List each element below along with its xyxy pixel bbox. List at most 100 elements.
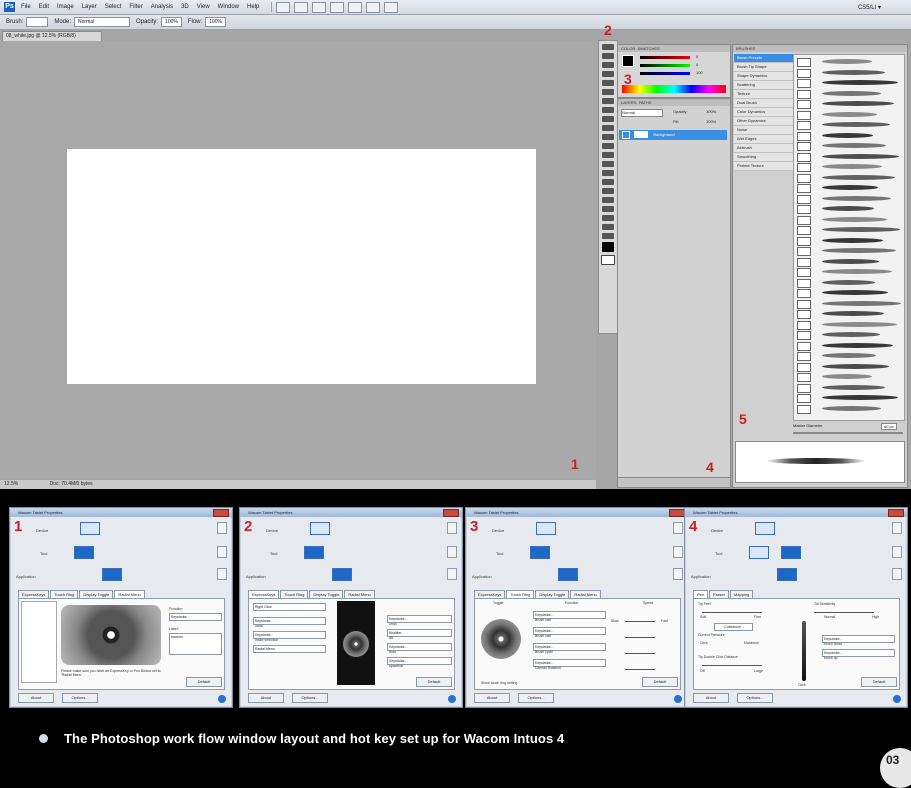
brush-preset-stroke[interactable] <box>822 132 873 138</box>
brush-preset-stroke[interactable] <box>822 174 895 180</box>
brush-preset-stroke[interactable] <box>822 363 889 369</box>
brush-preset-stroke[interactable] <box>822 122 890 127</box>
brush-preset-stroke[interactable] <box>822 405 881 411</box>
default-button[interactable]: Default <box>642 677 678 687</box>
brush-preset-stroke[interactable] <box>822 90 881 96</box>
menu-filter[interactable]: Filter <box>129 4 142 10</box>
brush-preset-stroke[interactable] <box>822 101 894 106</box>
foreground-swatch[interactable] <box>622 55 634 67</box>
help-icon[interactable] <box>218 695 226 703</box>
about-button[interactable]: About <box>474 693 510 703</box>
crop-tool-icon[interactable] <box>602 80 614 86</box>
brush-size-swatch[interactable] <box>797 152 811 162</box>
menu-layer[interactable]: Layer <box>82 4 97 10</box>
brush-preset-stroke[interactable] <box>822 143 886 148</box>
blue-slider[interactable] <box>640 72 690 75</box>
foreground-color-swatch[interactable] <box>602 242 614 252</box>
brush-preset-stroke[interactable] <box>822 321 897 327</box>
functions-tool-icon[interactable] <box>530 546 550 559</box>
brush-size-swatch[interactable] <box>797 236 811 246</box>
brush-size-swatch[interactable] <box>797 194 811 204</box>
color-dynamics-item[interactable]: Color Dynamics <box>734 108 794 117</box>
noise-item[interactable]: Noise <box>734 126 794 135</box>
document-canvas[interactable] <box>67 149 536 384</box>
brush-preset-stroke[interactable] <box>822 80 898 85</box>
tab-display-toggle[interactable]: Display Toggle <box>79 590 114 598</box>
brush-preset-stroke[interactable] <box>822 374 872 379</box>
shape-dynamics-item[interactable]: Shape Dynamics <box>734 72 794 81</box>
arrange-docs-icon[interactable] <box>366 1 381 13</box>
photoshop-app-icon[interactable] <box>777 568 797 581</box>
add-tool-button[interactable] <box>447 546 457 558</box>
brush-preset-stroke[interactable] <box>822 342 893 348</box>
tip-feel-slider[interactable] <box>702 612 762 613</box>
type-tool-icon[interactable] <box>602 179 614 185</box>
photoshop-app-icon[interactable] <box>332 568 352 581</box>
protect-texture-item[interactable]: Protect Texture <box>734 162 794 171</box>
brush-size-swatch[interactable] <box>797 173 811 183</box>
layer-row-background[interactable]: Background <box>619 130 727 140</box>
brush-size-swatch[interactable] <box>797 404 811 414</box>
quick-mask-icon[interactable] <box>601 255 615 265</box>
move-tool-icon[interactable] <box>602 44 614 50</box>
brush-preset-stroke[interactable] <box>822 237 883 243</box>
hand-tool-icon[interactable] <box>602 224 614 230</box>
grip-pen-icon[interactable] <box>114 546 132 557</box>
smoothing-item[interactable]: Smoothing <box>734 153 794 162</box>
tab-expresskeys[interactable]: ExpressKeys <box>18 590 50 598</box>
red-slider[interactable] <box>640 56 690 59</box>
add-device-button[interactable] <box>447 522 457 534</box>
master-diameter-field[interactable]: 60 px <box>881 423 897 430</box>
brush-size-swatch[interactable] <box>797 341 811 351</box>
add-app-button[interactable] <box>447 568 457 580</box>
layer-fill-value[interactable]: 100% <box>706 119 716 124</box>
default-button[interactable]: Default <box>186 677 222 687</box>
hand-icon[interactable] <box>330 1 345 13</box>
brush-preset-stroke[interactable] <box>822 279 875 285</box>
lasso-tool-icon[interactable] <box>602 62 614 68</box>
brush-size-swatch[interactable] <box>797 100 811 109</box>
tilt-slider[interactable] <box>814 612 874 613</box>
marquee-tool-icon[interactable] <box>602 53 614 59</box>
scattering-item[interactable]: Scattering <box>734 81 794 90</box>
all-other-app-icon[interactable] <box>62 568 80 579</box>
add-tool-button[interactable] <box>217 546 227 558</box>
label-field[interactable]: transfor <box>169 633 222 655</box>
brush-size-swatch[interactable] <box>797 257 811 267</box>
texture-item[interactable]: Texture <box>734 90 794 99</box>
brush-preset-stroke[interactable] <box>822 384 885 390</box>
eye-icon[interactable] <box>622 130 630 139</box>
green-value[interactable]: 0 <box>696 62 698 67</box>
menu-tree[interactable] <box>21 601 57 683</box>
eraser-tool-icon[interactable] <box>602 134 614 140</box>
speed-slider-3[interactable] <box>625 653 655 654</box>
brush-preset-stroke[interactable] <box>822 290 888 295</box>
key-select-4[interactable]: Radial Menu <box>253 645 326 653</box>
clone-tool-icon[interactable] <box>602 116 614 122</box>
brush-preset-stroke[interactable] <box>822 111 877 117</box>
options-button[interactable]: Options... <box>518 693 554 703</box>
brush-preset-stroke[interactable] <box>822 164 882 169</box>
about-button[interactable]: About <box>693 693 729 703</box>
healing-tool-icon[interactable] <box>602 98 614 104</box>
history-brush-icon[interactable] <box>602 125 614 131</box>
add-tool-button[interactable] <box>892 546 902 558</box>
brush-preset-stroke[interactable] <box>822 206 874 211</box>
help-icon[interactable] <box>448 695 456 703</box>
brush-preset-stroke[interactable] <box>822 216 887 222</box>
speed-slider-2[interactable] <box>625 637 655 638</box>
add-device-button[interactable] <box>217 522 227 534</box>
brush-preset-stroke[interactable] <box>822 353 876 358</box>
layers-tab[interactable]: LAYERS <box>621 100 637 105</box>
screen-mode-icon[interactable] <box>384 1 399 13</box>
workspace-switcher[interactable]: CS5/LI ▾ <box>858 4 881 11</box>
paths-tab[interactable]: PATHS <box>639 100 652 105</box>
brush-size-swatch[interactable] <box>797 58 811 67</box>
add-app-button[interactable] <box>217 568 227 580</box>
brush-size-swatch[interactable] <box>797 299 811 309</box>
brush-size-swatch[interactable] <box>797 89 811 99</box>
tab-radial-menu[interactable]: Radial Menu <box>344 590 375 598</box>
add-device-button[interactable] <box>892 522 902 534</box>
brush-preset-stroke[interactable] <box>822 69 885 75</box>
path-select-tool-icon[interactable] <box>602 188 614 194</box>
